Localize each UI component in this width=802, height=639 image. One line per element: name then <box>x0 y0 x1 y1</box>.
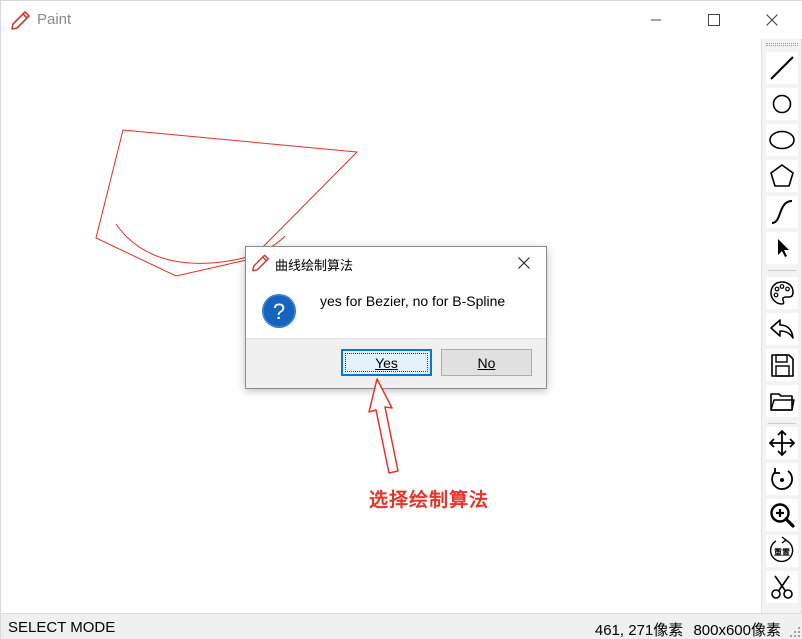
close-icon <box>518 257 530 269</box>
yes-button[interactable]: Yes <box>341 349 432 376</box>
zoom-in-icon <box>770 503 795 528</box>
status-mode: SELECT MODE <box>8 619 116 636</box>
pentagon-icon <box>770 164 794 187</box>
minimize-icon <box>651 19 661 21</box>
select-tool[interactable] <box>766 232 798 264</box>
tool-panel: 重置 <box>761 39 801 613</box>
maximize-icon <box>708 14 720 26</box>
circle-tool[interactable] <box>766 88 798 120</box>
reset-tool-label: 重置 <box>774 547 790 557</box>
save-icon <box>771 354 794 377</box>
resize-grip-icon[interactable] <box>789 626 801 638</box>
dialog-message: yes for Bezier, no for B-Spline <box>320 293 506 309</box>
ellipse-icon <box>769 130 795 150</box>
svg-text:?: ? <box>273 299 285 324</box>
close-button[interactable] <box>743 1 801 39</box>
line-tool[interactable] <box>766 52 798 84</box>
curve-tool[interactable] <box>766 196 798 228</box>
cursor-icon <box>778 239 789 257</box>
pencil-icon <box>11 11 30 30</box>
move-tool[interactable] <box>766 427 798 459</box>
dialog-body: ? yes for Bezier, no for B-Spline <box>246 279 546 338</box>
pencil-icon <box>252 254 269 272</box>
toolbar-grip[interactable] <box>766 43 798 46</box>
palette-icon <box>770 281 794 305</box>
polygon-tool[interactable] <box>766 160 798 192</box>
save-tool[interactable] <box>766 349 798 381</box>
status-size: 800x600像素 <box>693 622 781 639</box>
undo-tool[interactable] <box>766 313 798 345</box>
annotation-arrow <box>368 378 399 474</box>
dialog-title-bar[interactable]: 曲线绘制算法 <box>246 247 546 279</box>
minimize-button[interactable] <box>627 1 685 39</box>
zoom-tool[interactable] <box>766 499 798 531</box>
algorithm-dialog: 曲线绘制算法 ? yes for Bezier, no for B-Spline… <box>245 246 547 389</box>
close-icon <box>766 14 778 26</box>
folder-icon <box>770 393 795 411</box>
color-tool[interactable] <box>766 277 798 309</box>
toolbar-separator <box>768 270 796 271</box>
maximize-button[interactable] <box>685 1 743 39</box>
reset-tool[interactable]: 重置 <box>766 535 798 567</box>
move-icon <box>768 429 796 457</box>
scissors-icon <box>771 575 793 599</box>
undo-icon <box>770 319 794 339</box>
rotate-icon <box>771 468 793 490</box>
status-coords: 461, 271像素 <box>594 622 684 639</box>
clip-tool[interactable] <box>766 571 798 603</box>
reset-icon: 重置 <box>769 536 794 563</box>
window-title: Paint <box>37 11 72 28</box>
paint-window: Paint 重置 SELECT MODE 461, 271像素 800x600像… <box>0 0 802 639</box>
status-bar: SELECT MODE 461, 271像素 800x600像素 <box>1 613 802 639</box>
toolbar-separator <box>768 423 796 424</box>
line-icon <box>770 56 794 80</box>
curve-icon <box>771 200 793 224</box>
annotation-text: 选择绘制算法 <box>369 489 490 511</box>
ellipse-tool[interactable] <box>766 124 798 156</box>
circle-icon <box>772 94 792 114</box>
open-tool[interactable] <box>766 385 798 417</box>
dialog-title: 曲线绘制算法 <box>275 259 354 274</box>
dialog-close-button[interactable] <box>506 249 542 277</box>
status-info: 461, 271像素 800x600像素 <box>595 619 781 639</box>
no-button[interactable]: No <box>441 349 532 376</box>
title-bar[interactable]: Paint <box>1 1 802 39</box>
rotate-tool[interactable] <box>766 463 798 495</box>
question-icon: ? <box>262 294 296 328</box>
